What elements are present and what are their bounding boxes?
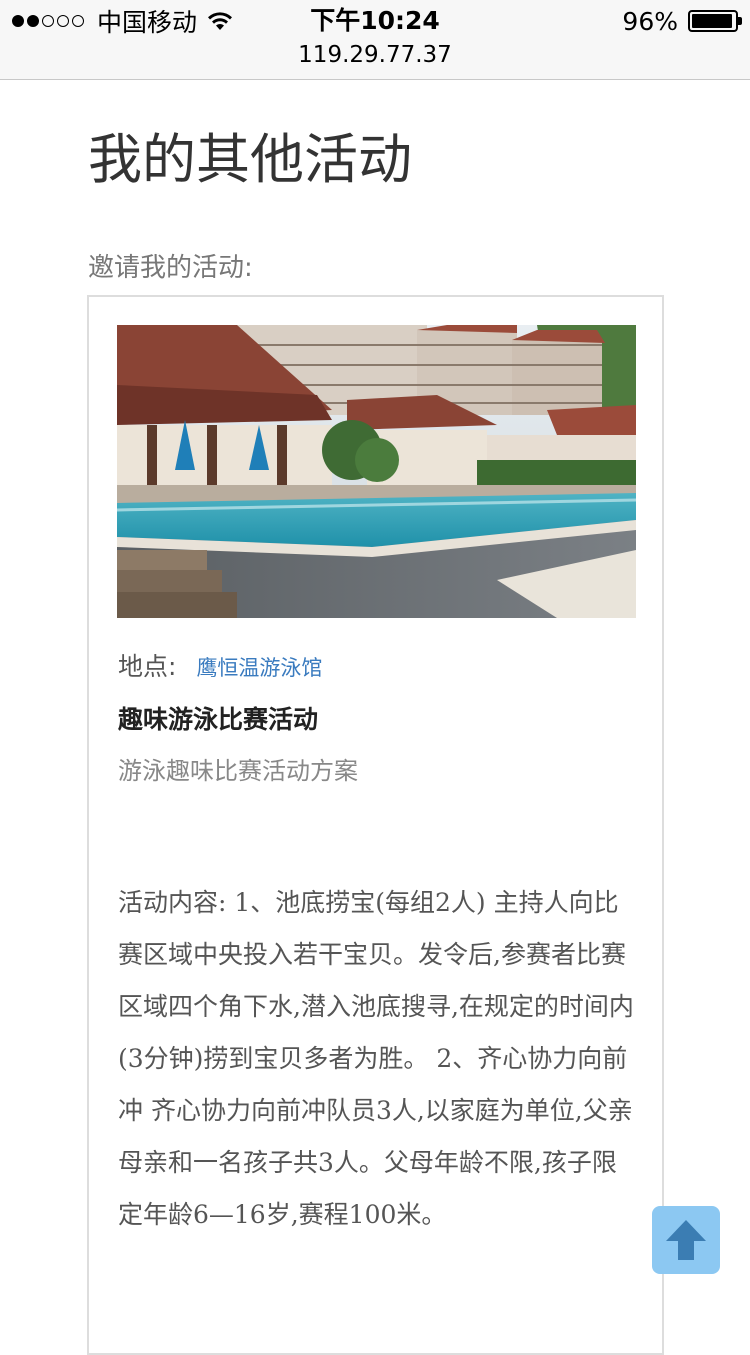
arrow-up-icon bbox=[666, 1220, 706, 1260]
location-row: 地点: 鹰恒温游泳馆 bbox=[118, 647, 322, 683]
activity-photo[interactable] bbox=[117, 325, 636, 618]
page-title: 我的其他活动 bbox=[88, 128, 412, 191]
status-bar: 中国移动 下午10:24 96% 119.29.77.37 bbox=[0, 0, 750, 80]
activity-card[interactable]: 地点: 鹰恒温游泳馆 趣味游泳比赛活动 游泳趣味比赛活动方案 活动内容: 1、池… bbox=[87, 295, 664, 1355]
location-link[interactable]: 鹰恒温游泳馆 bbox=[196, 652, 322, 682]
activity-title[interactable]: 趣味游泳比赛活动 bbox=[118, 702, 318, 738]
back-to-top-button[interactable] bbox=[652, 1206, 720, 1274]
status-bar-right: 96% bbox=[622, 6, 742, 36]
battery-icon bbox=[688, 10, 742, 32]
activity-description: 活动内容: 1、池底捞宝(每组2人) 主持人向比赛区域中央投入若干宝贝。发令后,… bbox=[118, 888, 634, 1229]
location-label: 地点: bbox=[118, 652, 177, 681]
battery-percentage: 96% bbox=[622, 6, 678, 36]
swimming-pool-image bbox=[117, 325, 636, 618]
section-label-invited-activities: 邀请我的活动: bbox=[88, 253, 253, 283]
address-bar-url[interactable]: 119.29.77.37 bbox=[0, 40, 750, 70]
activity-subtitle: 游泳趣味比赛活动方案 bbox=[118, 757, 358, 785]
